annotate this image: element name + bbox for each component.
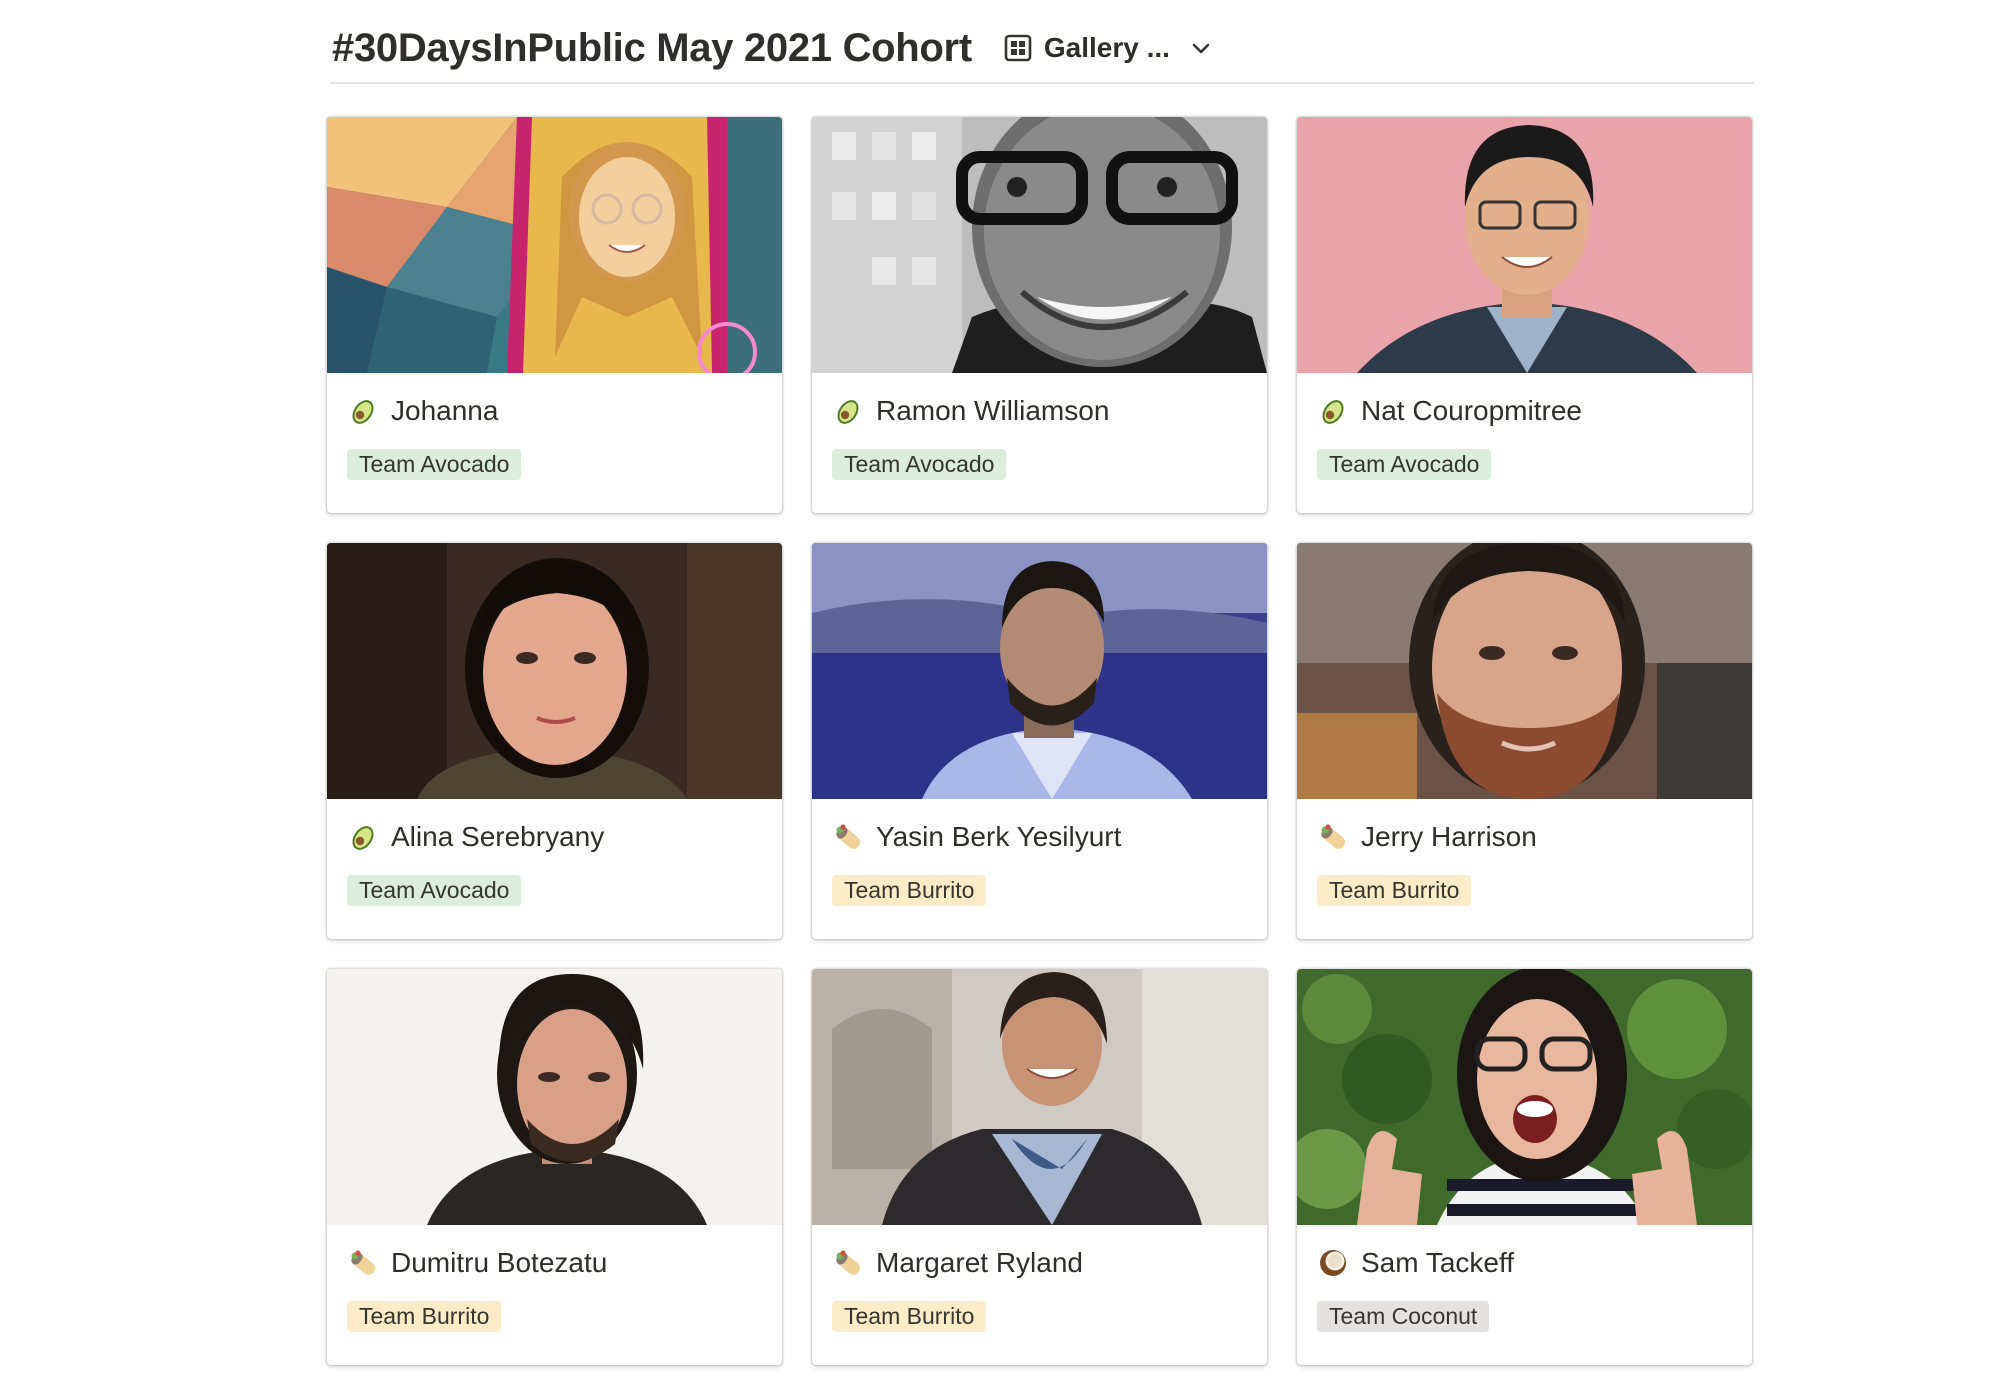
card-title: Sam Tackeff [1361, 1247, 1515, 1278]
team-tag: Team Burrito [832, 875, 987, 906]
team-tag: Team Avocado [347, 875, 522, 906]
avocado-icon [1322, 400, 1344, 424]
view-switcher-button[interactable]: Gallery ... [998, 28, 1218, 68]
burrito-icon [1321, 824, 1346, 849]
card-cover-image [327, 543, 782, 799]
avocado-icon [352, 400, 374, 424]
chevron-down-icon[interactable] [1190, 37, 1212, 59]
card-cover-image [812, 969, 1267, 1225]
avocado-icon [352, 826, 374, 850]
card-cover-image [812, 543, 1267, 799]
gallery-card[interactable]: Yasin Berk Yesilyurt Team Burrito [812, 543, 1267, 939]
team-tag: Team Burrito [1317, 875, 1472, 906]
card-cover-image [1297, 543, 1752, 799]
card-title: Jerry Harrison [1361, 821, 1537, 852]
burrito-icon [351, 1250, 376, 1275]
gallery-card[interactable]: Nat Couropmitree Team Avocado [1297, 117, 1752, 513]
avocado-icon [837, 400, 859, 424]
gallery-grid: Johanna Team Avocado Ramon Williamson Te… [327, 117, 1755, 1365]
card-cover-image [1297, 117, 1752, 373]
gallery-card[interactable]: Sam Tackeff Team Coconut [1297, 969, 1752, 1365]
card-cover-image [327, 117, 782, 373]
page-title: #30DaysInPublic May 2021 Cohort [332, 25, 972, 70]
card-title: Yasin Berk Yesilyurt [876, 821, 1122, 852]
database-header: #30DaysInPublic May 2021 Cohort Gallery … [330, 14, 1754, 84]
card-title: Johanna [391, 395, 499, 426]
card-cover-image [1297, 969, 1752, 1225]
card-cover-image [812, 117, 1267, 373]
team-tag: Team Coconut [1317, 1301, 1490, 1332]
burrito-icon [836, 824, 861, 849]
card-cover-image [327, 969, 782, 1225]
gallery-grid-icon [1004, 34, 1032, 62]
burrito-icon [836, 1250, 861, 1275]
team-tag: Team Burrito [347, 1301, 502, 1332]
gallery-card[interactable]: Johanna Team Avocado [327, 117, 782, 513]
gallery-card[interactable]: Dumitru Botezatu Team Burrito [327, 969, 782, 1365]
gallery-card[interactable]: Ramon Williamson Team Avocado [812, 117, 1267, 513]
coconut-icon [1320, 1250, 1346, 1276]
team-tag: Team Burrito [832, 1301, 987, 1332]
view-name-label: Gallery ... [1043, 32, 1170, 63]
team-tag: Team Avocado [832, 449, 1007, 480]
gallery-card[interactable]: Alina Serebryany Team Avocado [327, 543, 782, 939]
gallery-card[interactable]: Margaret Ryland Team Burrito [812, 969, 1267, 1365]
card-title: Alina Serebryany [391, 821, 605, 852]
team-tag: Team Avocado [347, 449, 522, 480]
gallery-card[interactable]: Jerry Harrison Team Burrito [1297, 543, 1752, 939]
card-title: Dumitru Botezatu [391, 1247, 608, 1278]
card-title: Margaret Ryland [876, 1247, 1083, 1278]
card-title: Nat Couropmitree [1361, 395, 1582, 426]
team-tag: Team Avocado [1317, 449, 1492, 480]
card-title: Ramon Williamson [876, 395, 1110, 426]
